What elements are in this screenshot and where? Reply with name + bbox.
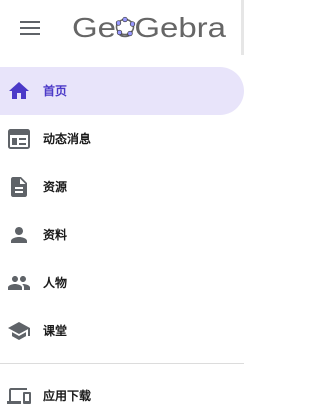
document-icon: [11, 177, 27, 197]
nav-item-people[interactable]: 人物: [0, 259, 244, 307]
people-icon: [8, 276, 30, 290]
divider: [0, 363, 244, 364]
nav-item-label: 动态消息: [43, 132, 92, 146]
logo-text: GeoGebra: [72, 12, 226, 43]
nav-item-label: 首页: [43, 84, 68, 98]
person-icon: [11, 227, 27, 243]
nav-item-label: 人物: [43, 276, 68, 290]
geogebra-logo[interactable]: GeoGebra: [70, 7, 230, 47]
nav-item-news-feed[interactable]: 动态消息: [0, 115, 244, 163]
nav-item-resources[interactable]: 资源: [0, 163, 244, 211]
nav-item-profile[interactable]: 资料: [0, 211, 244, 259]
devices-icon: [7, 388, 31, 404]
news-feed-icon: [8, 129, 30, 149]
nav-item-label: 资料: [43, 228, 68, 242]
side-navigation: 首页 动态消息 资源 资料 人物 课堂: [0, 67, 244, 355]
hamburger-menu-icon: [20, 21, 40, 35]
app-header: GeoGebra: [0, 0, 244, 55]
school-icon: [8, 322, 30, 340]
nav-item-classroom[interactable]: 课堂: [0, 307, 244, 355]
panel-edge: [241, 0, 244, 55]
nav-item-label: 资源: [43, 180, 68, 194]
app-download-link[interactable]: 应用下载: [0, 372, 244, 420]
nav-item-label: 课堂: [43, 324, 68, 338]
app-download-label: 应用下载: [43, 389, 92, 403]
home-icon: [9, 82, 29, 99]
menu-button[interactable]: [14, 12, 46, 44]
nav-item-home[interactable]: 首页: [0, 67, 244, 115]
